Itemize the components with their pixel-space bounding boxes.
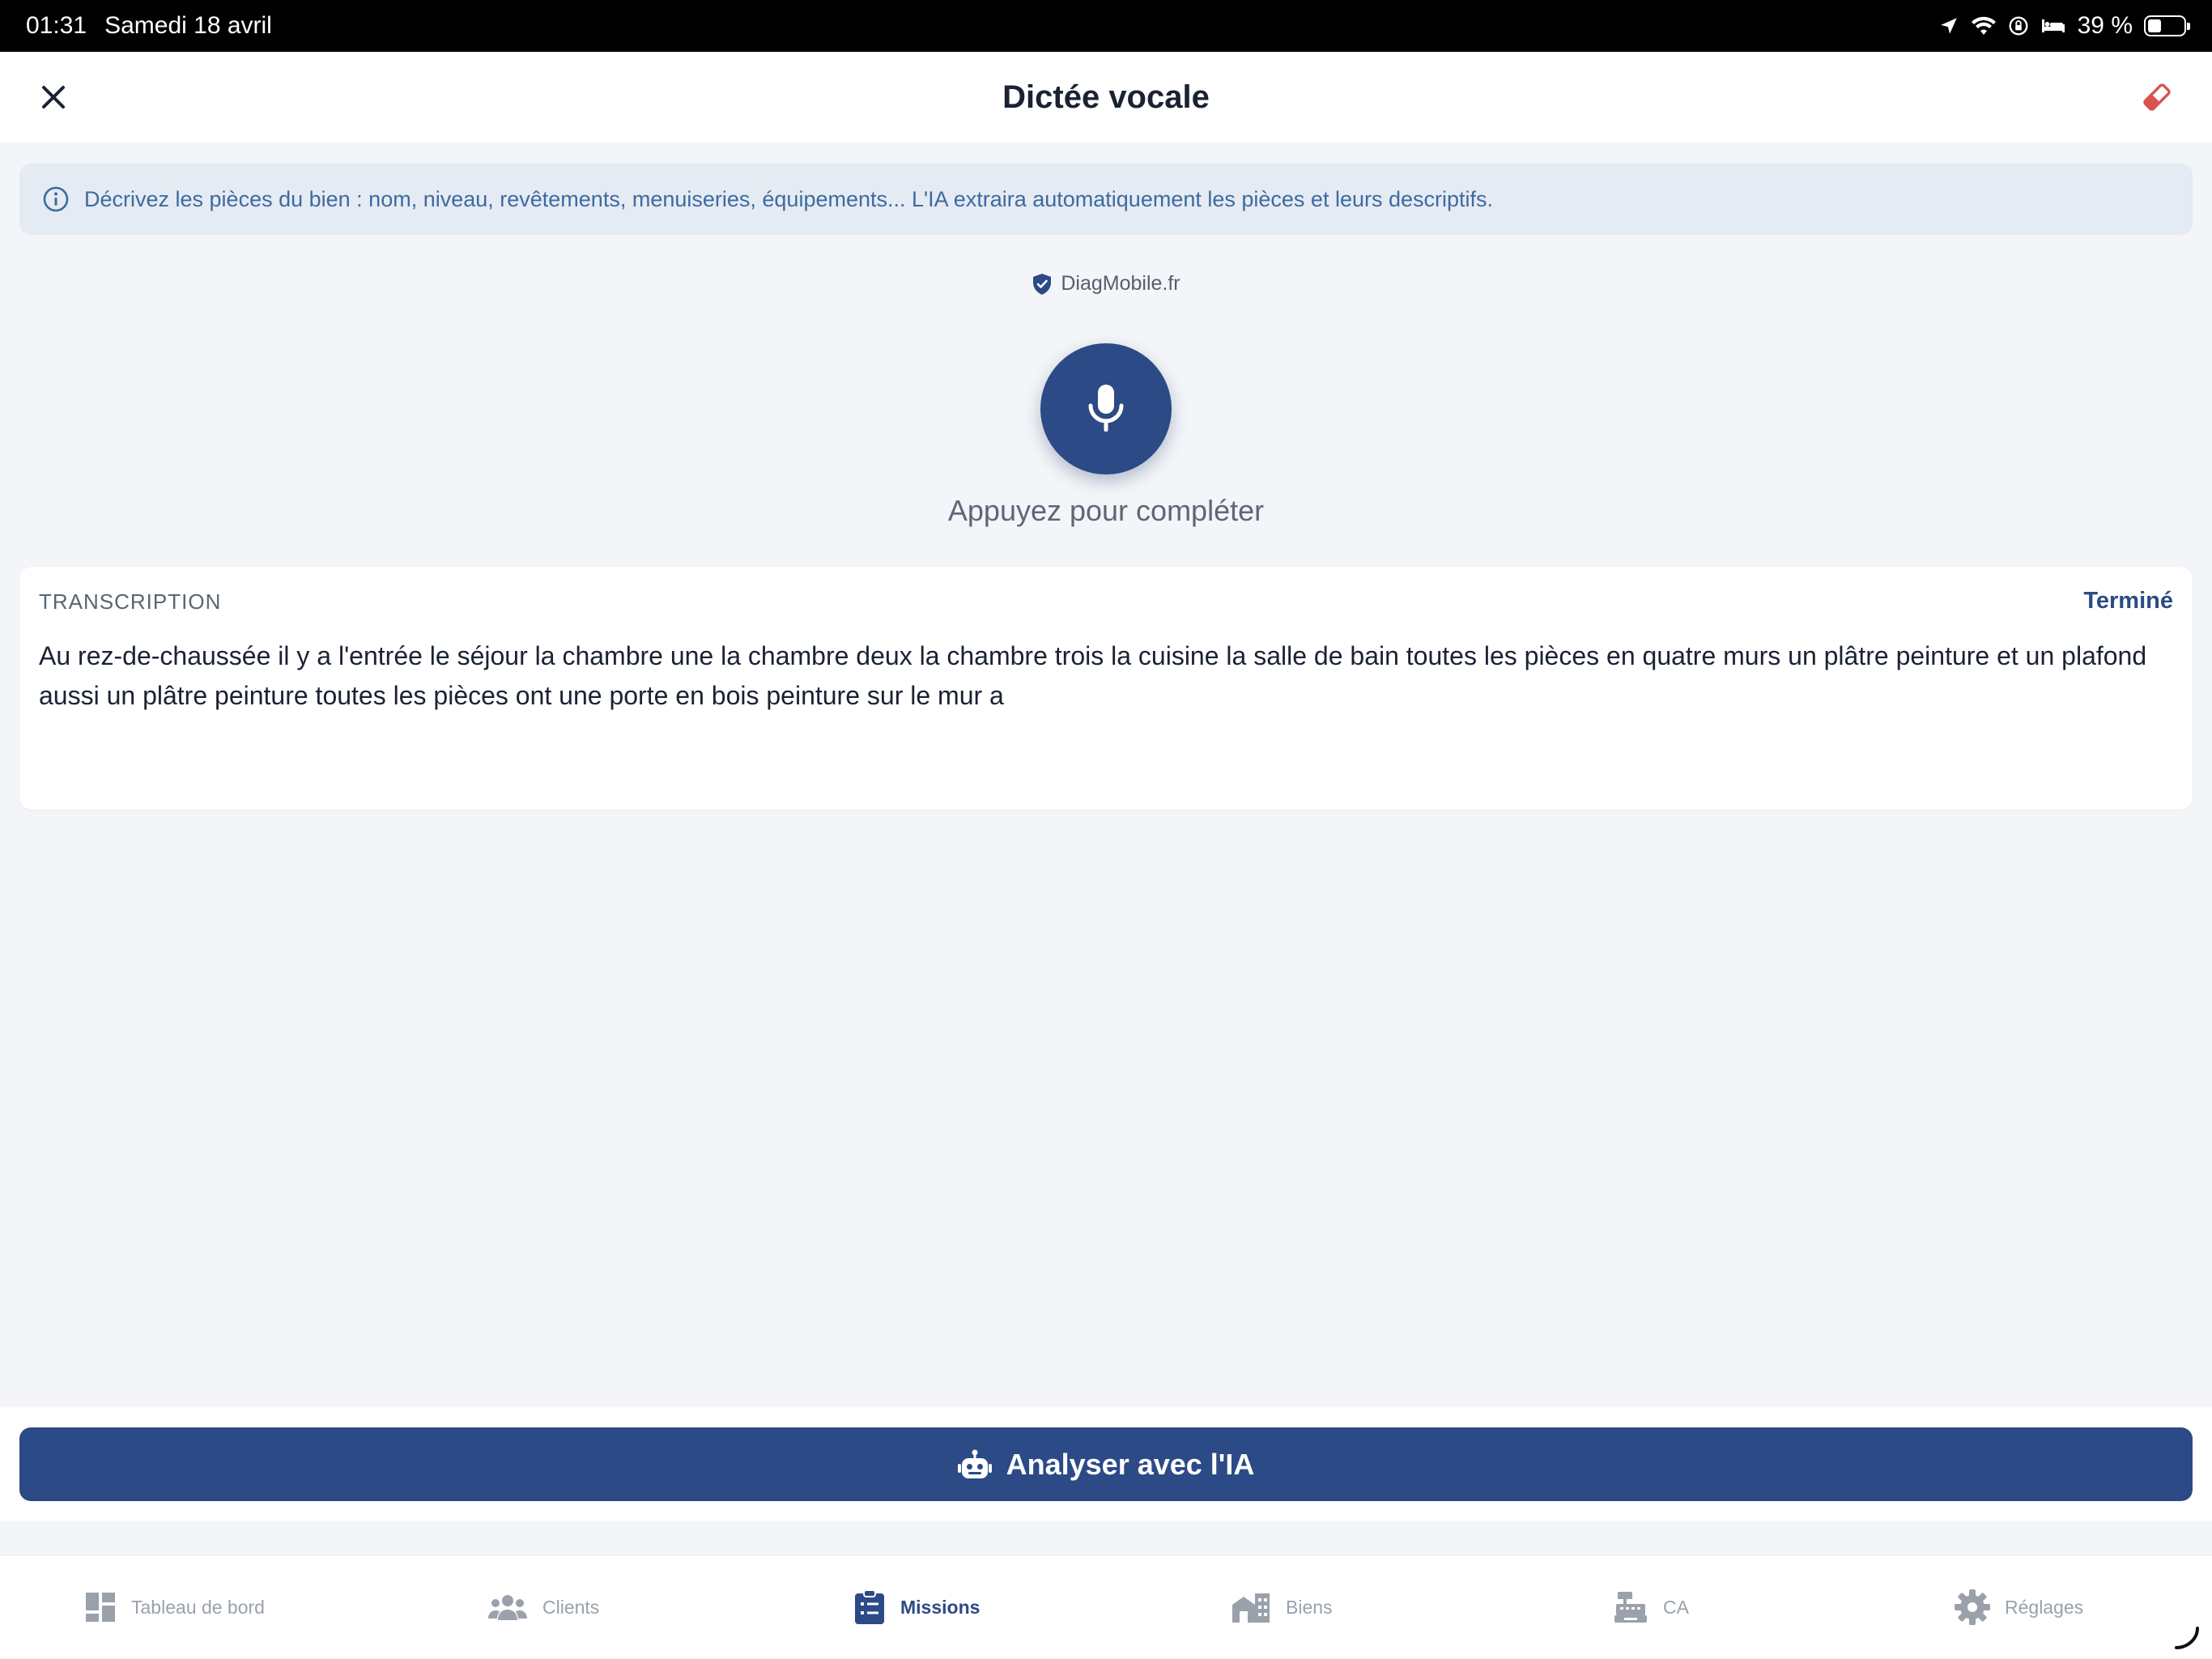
battery-percent: 39 % [2077, 12, 2133, 39]
clear-button[interactable] [2138, 78, 2176, 117]
status-date: Samedi 18 avril [104, 12, 272, 39]
tab-reglages[interactable]: Réglages [1955, 1555, 2083, 1659]
brand-name: DiagMobile.fr [1061, 272, 1180, 295]
wifi-icon [1971, 15, 1997, 36]
location-icon [1938, 15, 1959, 36]
eraser-icon [2143, 83, 2171, 111]
brand-label: DiagMobile.fr [0, 272, 2212, 296]
robot-icon [957, 1449, 992, 1478]
orientation-lock-icon [2008, 15, 2029, 36]
transcription-label: TRANSCRIPTION [39, 589, 222, 614]
battery-icon [2144, 15, 2190, 36]
tab-label: Missions [900, 1596, 981, 1618]
dashboard-icon [86, 1593, 115, 1622]
city-icon [1232, 1593, 1270, 1623]
microphone-icon [1088, 385, 1124, 432]
tab-clients[interactable]: Clients [487, 1555, 599, 1659]
page-title: Dictée vocale [1002, 79, 1210, 115]
header: Dictée vocale [0, 52, 2212, 143]
cash-register-icon [1614, 1592, 1647, 1623]
status-bar: 01:31 Samedi 18 avril 39 % [0, 0, 2212, 52]
info-icon [43, 186, 69, 212]
close-button[interactable] [36, 79, 71, 115]
tab-biens[interactable]: Biens [1231, 1555, 1333, 1659]
microphone-hint: Appuyez pour compléter [947, 494, 1265, 527]
tab-tableau-de-bord[interactable]: Tableau de bord [84, 1555, 265, 1659]
tab-label: Tableau de bord [131, 1596, 265, 1618]
done-button[interactable]: Terminé [2083, 588, 2173, 615]
info-text: Décrivez les pièces du bien : nom, nivea… [84, 186, 1494, 211]
shield-check-icon [1033, 273, 1052, 295]
tab-bar: Tableau de bord Clients Missions Biens C… [0, 1555, 2212, 1658]
tab-missions[interactable]: Missions [853, 1555, 980, 1659]
close-icon [42, 86, 65, 108]
clipboard-list-icon [855, 1589, 884, 1624]
users-icon [488, 1595, 527, 1620]
tab-label: CA [1663, 1596, 1689, 1618]
resize-handle-icon [2175, 1627, 2199, 1649]
sleep-focus-icon [2040, 16, 2066, 36]
analyse-ai-label: Analyser avec l'IA [1006, 1447, 1255, 1481]
analyse-ai-button[interactable]: Analyser avec l'IA [19, 1427, 2193, 1501]
tab-label: Biens [1286, 1596, 1333, 1618]
tab-label: Clients [542, 1596, 600, 1618]
microphone-button[interactable] [1040, 343, 1172, 474]
tab-label: Réglages [2005, 1596, 2084, 1618]
info-banner: Décrivez les pièces du bien : nom, nivea… [19, 164, 2193, 235]
transcription-text[interactable]: Au rez-de-chaussée il y a l'entrée le sé… [39, 636, 2160, 716]
tab-ca[interactable]: CA [1613, 1555, 1689, 1659]
gear-icon [1955, 1589, 1990, 1625]
status-time: 01:31 [26, 12, 87, 39]
transcription-card: TRANSCRIPTION Terminé Au rez-de-chaussée… [19, 567, 2193, 810]
